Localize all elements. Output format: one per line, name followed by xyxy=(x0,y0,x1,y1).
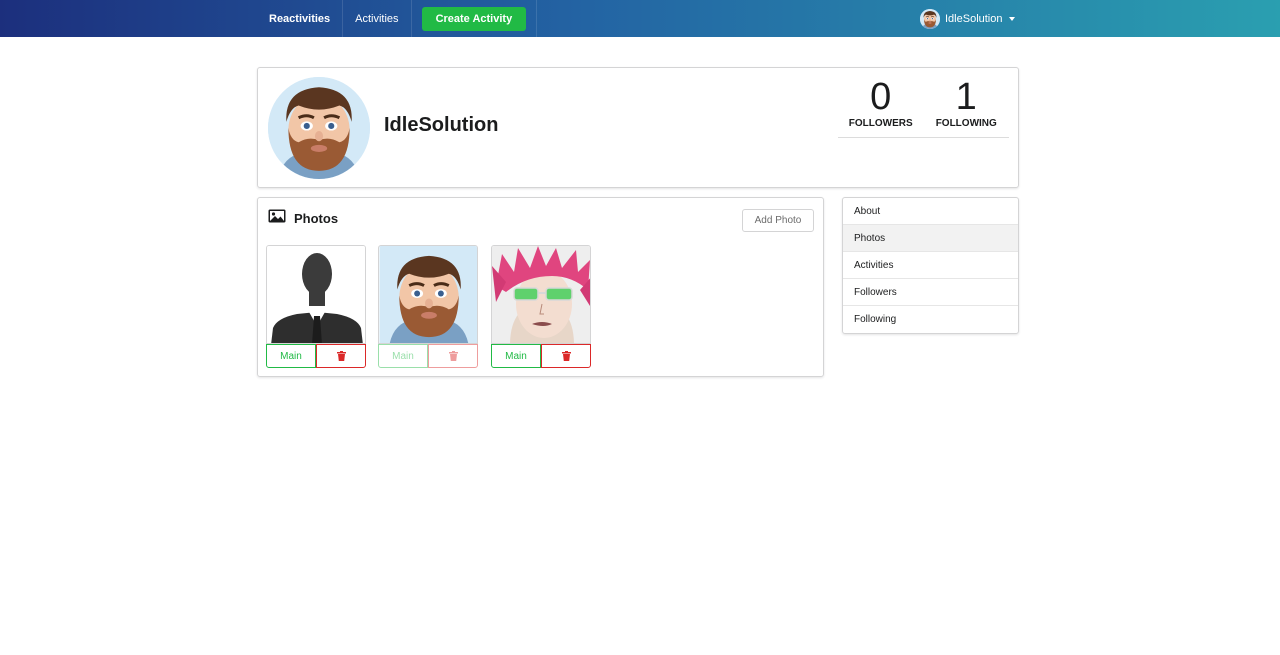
photos-panel: Photos Add Photo Main Main Main xyxy=(257,197,824,377)
business-silhouette-image xyxy=(267,246,365,343)
photo-actions: Main xyxy=(378,344,478,368)
followers-label: FOLLOWERS xyxy=(848,118,913,129)
photo-thumbnail xyxy=(491,245,591,344)
trash-icon xyxy=(561,351,571,361)
profile-section-menu: About Photos Activities Followers Follow… xyxy=(842,197,1019,334)
set-main-button[interactable]: Main xyxy=(378,344,428,368)
photo-thumbnail xyxy=(266,245,366,344)
photos-title: Photos xyxy=(294,211,339,226)
trash-icon xyxy=(336,351,346,361)
delete-photo-button[interactable] xyxy=(428,344,478,368)
create-activity-button[interactable]: Create Activity xyxy=(421,6,527,31)
profile-stats: 0 FOLLOWERS 1 FOLLOWING xyxy=(838,76,1009,138)
profile-header-card: IdleSolution 0 FOLLOWERS 1 FOLLOWING xyxy=(257,67,1019,188)
menu-item-following[interactable]: Following xyxy=(843,306,1018,333)
followers-count: 0 xyxy=(870,76,892,118)
photo-card: Main xyxy=(266,245,366,368)
trash-icon xyxy=(448,351,458,361)
pink-hair-anime-character-image xyxy=(492,246,590,343)
set-main-button[interactable]: Main xyxy=(491,344,541,368)
profile-avatar xyxy=(268,77,370,179)
create-activity-wrapper: Create Activity xyxy=(412,0,538,37)
photos-header: Photos xyxy=(268,209,338,228)
photo-thumbnail xyxy=(378,245,478,344)
top-navbar: Reactivities Activities Create Activity … xyxy=(0,0,1280,37)
menu-item-followers[interactable]: Followers xyxy=(843,279,1018,306)
following-stat: 1 FOLLOWING xyxy=(924,76,1010,137)
nav-user-avatar xyxy=(920,8,940,29)
nav-menu: Reactivities Activities Create Activity xyxy=(257,0,538,37)
photo-card: Main xyxy=(378,245,478,368)
menu-item-photos[interactable]: Photos xyxy=(843,225,1018,252)
followers-stat: 0 FOLLOWERS xyxy=(838,76,924,137)
set-main-button[interactable]: Main xyxy=(266,344,316,368)
chevron-down-icon xyxy=(1008,16,1015,21)
profile-display-name: IdleSolution xyxy=(384,114,499,136)
photo-actions: Main xyxy=(266,344,366,368)
following-label: FOLLOWING xyxy=(935,118,997,129)
delete-photo-button[interactable] xyxy=(316,344,366,368)
user-menu-dropdown[interactable]: IdleSolution xyxy=(920,0,1015,37)
add-photo-button[interactable]: Add Photo xyxy=(742,209,814,232)
nav-activities-link[interactable]: Activities xyxy=(343,0,412,37)
image-icon xyxy=(268,209,286,228)
menu-item-activities[interactable]: Activities xyxy=(843,252,1018,279)
photo-actions: Main xyxy=(491,344,591,368)
following-count: 1 xyxy=(955,76,977,118)
menu-item-about[interactable]: About xyxy=(843,198,1018,225)
nav-brand-link[interactable]: Reactivities xyxy=(257,0,344,37)
delete-photo-button[interactable] xyxy=(541,344,591,368)
bearded-man-avatar-image xyxy=(379,246,478,344)
photo-card: Main xyxy=(491,245,591,368)
nav-username: IdleSolution xyxy=(945,12,1003,25)
